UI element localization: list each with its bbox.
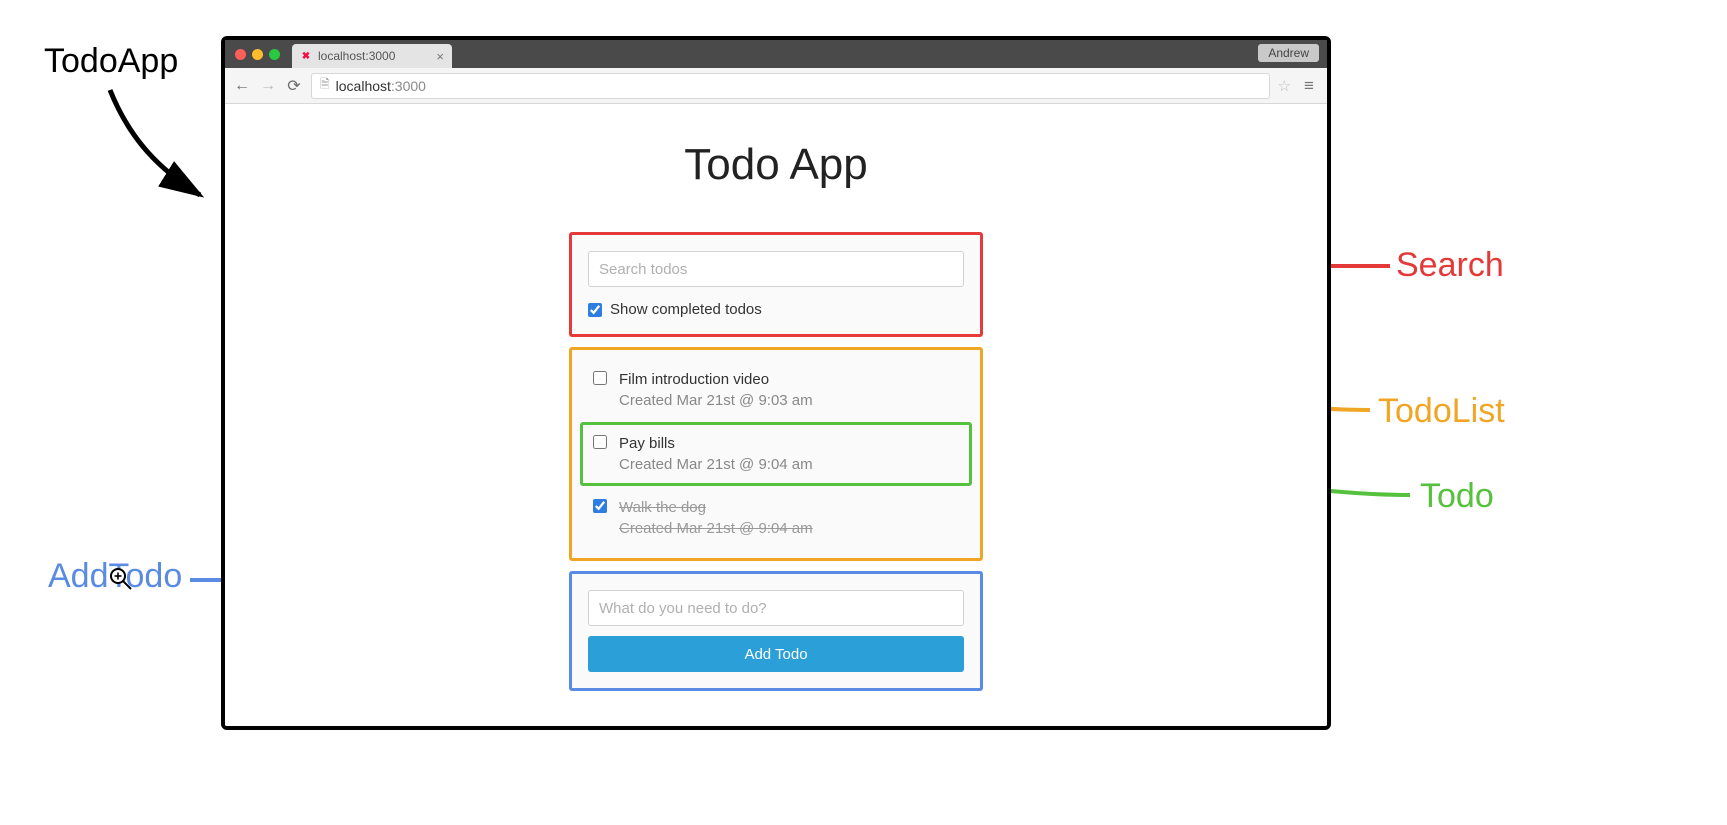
tab-title: localhost:3000 xyxy=(318,49,430,63)
search-component: Show completed todos xyxy=(569,232,983,337)
browser-toolbar: ← → ⟳ 🗎 localhost:3000 ☆ ≡ xyxy=(225,68,1327,104)
annotation-todolist: TodoList xyxy=(1378,392,1505,431)
forward-button[interactable]: → xyxy=(259,77,277,95)
arrow-todoapp xyxy=(90,80,230,220)
tab-close-icon[interactable]: × xyxy=(436,50,444,63)
todo-title: Film introduction video xyxy=(619,371,813,388)
todo-item[interactable]: Walk the dog Created Mar 21st @ 9:04 am xyxy=(580,486,972,550)
back-button[interactable]: ← xyxy=(233,77,251,95)
todo-item[interactable]: Pay bills Created Mar 21st @ 9:04 am xyxy=(580,422,972,486)
show-completed-label: Show completed todos xyxy=(610,301,762,318)
todo-meta: Created Mar 21st @ 9:04 am xyxy=(619,520,813,537)
todo-meta: Created Mar 21st @ 9:03 am xyxy=(619,392,813,409)
bookmark-star-icon[interactable]: ☆ xyxy=(1278,77,1291,95)
show-completed-row[interactable]: Show completed todos xyxy=(588,301,964,318)
add-todo-button[interactable]: Add Todo xyxy=(588,636,964,672)
todo-checkbox[interactable] xyxy=(593,435,607,449)
traffic-lights xyxy=(225,49,280,60)
window-close-icon[interactable] xyxy=(235,49,246,60)
search-input[interactable] xyxy=(588,251,964,287)
todo-title: Pay bills xyxy=(619,435,813,452)
annotation-search: Search xyxy=(1396,246,1504,285)
reload-button[interactable]: ⟳ xyxy=(285,76,303,96)
page-icon: 🗎 xyxy=(320,75,330,96)
page-viewport: Todo App Show completed todos Film intro… xyxy=(225,104,1327,726)
browser-tabstrip: ✖ localhost:3000 × Andrew xyxy=(225,40,1327,68)
todo-item[interactable]: Film introduction video Created Mar 21st… xyxy=(580,358,972,422)
address-bar[interactable]: 🗎 localhost:3000 xyxy=(311,73,1270,99)
annotation-todo: Todo xyxy=(1420,477,1494,516)
window-zoom-icon[interactable] xyxy=(269,49,280,60)
todo-meta: Created Mar 21st @ 9:04 am xyxy=(619,456,813,473)
url-host: localhost xyxy=(336,78,391,94)
todo-checkbox[interactable] xyxy=(593,371,607,385)
url-port: :3000 xyxy=(391,78,426,94)
todo-title: Walk the dog xyxy=(619,499,813,516)
window-minimize-icon[interactable] xyxy=(252,49,263,60)
annotation-addtodo: AddTodo xyxy=(48,557,182,596)
new-todo-input[interactable] xyxy=(588,590,964,626)
todo-checkbox[interactable] xyxy=(593,499,607,513)
browser-tab[interactable]: ✖ localhost:3000 × xyxy=(292,44,452,68)
tab-favicon-icon: ✖ xyxy=(300,50,312,62)
todolist-component: Film introduction video Created Mar 21st… xyxy=(569,347,983,561)
annotation-todoapp: TodoApp xyxy=(44,42,178,81)
browser-window: ✖ localhost:3000 × Andrew ← → ⟳ 🗎 localh… xyxy=(221,36,1331,730)
addtodo-component: Add Todo xyxy=(569,571,983,691)
profile-badge[interactable]: Andrew xyxy=(1258,44,1319,62)
page-title: Todo App xyxy=(225,140,1327,190)
hamburger-menu-icon[interactable]: ≡ xyxy=(1299,76,1319,96)
show-completed-checkbox[interactable] xyxy=(588,303,602,317)
